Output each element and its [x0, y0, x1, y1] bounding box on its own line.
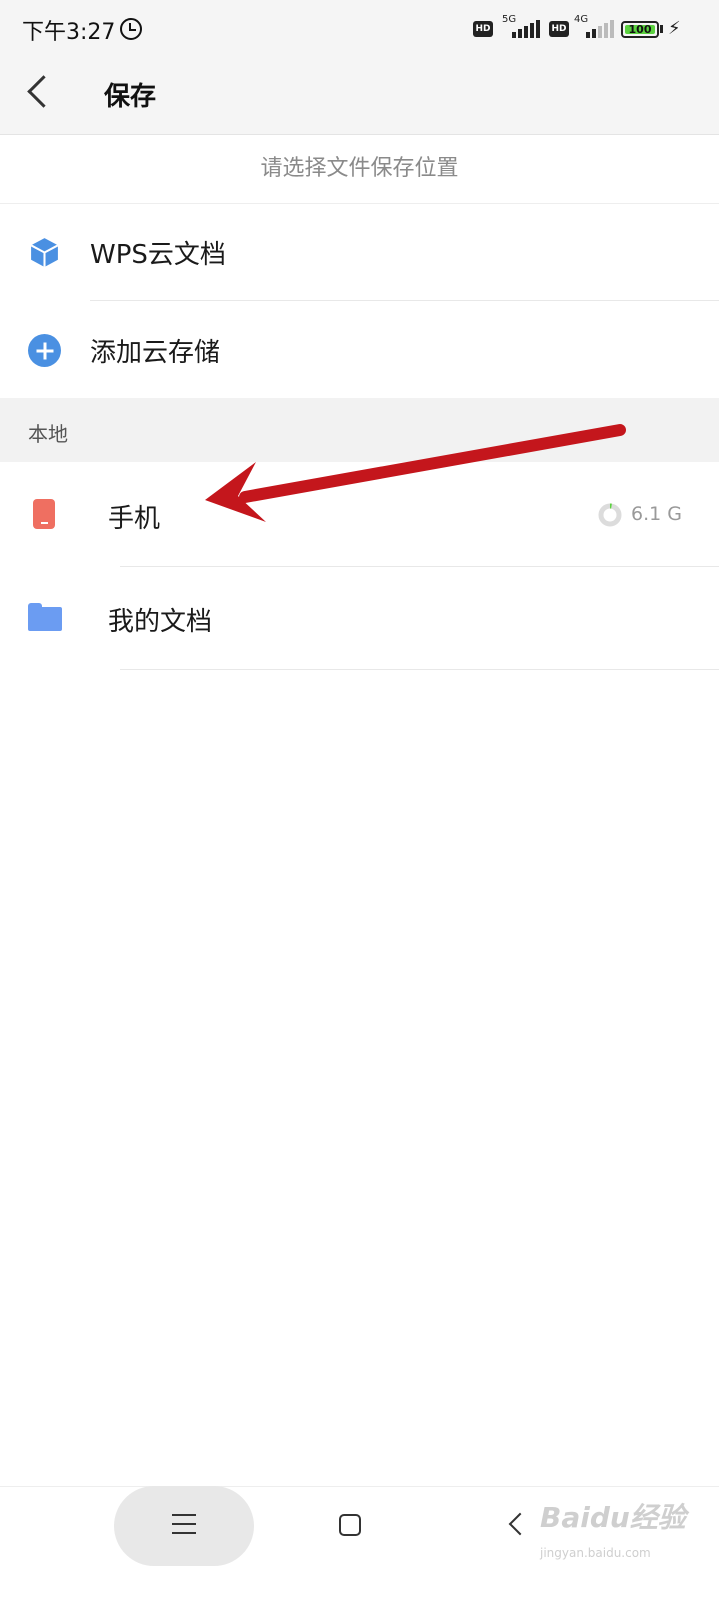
storage-size: 6.1 G — [631, 503, 682, 525]
list-item-label: 我的文档 — [108, 607, 213, 637]
page-title: 保存 — [104, 82, 157, 112]
divider — [120, 669, 719, 670]
list-item-label: WPS云文档 — [90, 240, 226, 270]
signal-strength-icon — [584, 18, 616, 38]
watermark-logo: Baidu经验 — [540, 1501, 686, 1534]
save-location-hint: 请选择文件保存位置 — [0, 135, 719, 204]
watermark-url: jingyan.baidu.com — [540, 1546, 651, 1560]
alarm-icon — [120, 18, 142, 40]
list-item-my-documents[interactable]: 我的文档 — [0, 567, 719, 669]
home-icon[interactable] — [339, 1514, 361, 1536]
status-time: 下午3:27 — [22, 20, 116, 45]
hd-badge: HD — [473, 21, 493, 37]
charging-icon: ⚡ — [668, 18, 681, 39]
storage-usage-icon — [598, 503, 622, 527]
list-item-wps-cloud[interactable]: WPS云文档 — [0, 204, 719, 300]
section-label-local: 本地 — [28, 422, 68, 446]
battery-level: 100 — [625, 24, 655, 35]
list-item-label: 添加云存储 — [90, 338, 221, 368]
phone-icon — [33, 499, 55, 529]
folder-icon — [28, 603, 62, 631]
battery-icon: 100 — [621, 21, 659, 38]
signal-strength-icon — [510, 18, 542, 38]
section-header — [0, 398, 719, 462]
hd-badge: HD — [549, 21, 569, 37]
list-item-label: 手机 — [108, 504, 161, 534]
menu-icon — [172, 1514, 196, 1534]
list-item-add-cloud-storage[interactable]: 添加云存储 — [0, 301, 719, 398]
plus-icon — [28, 334, 61, 367]
battery-tip — [660, 25, 663, 33]
cube-icon — [30, 238, 59, 267]
